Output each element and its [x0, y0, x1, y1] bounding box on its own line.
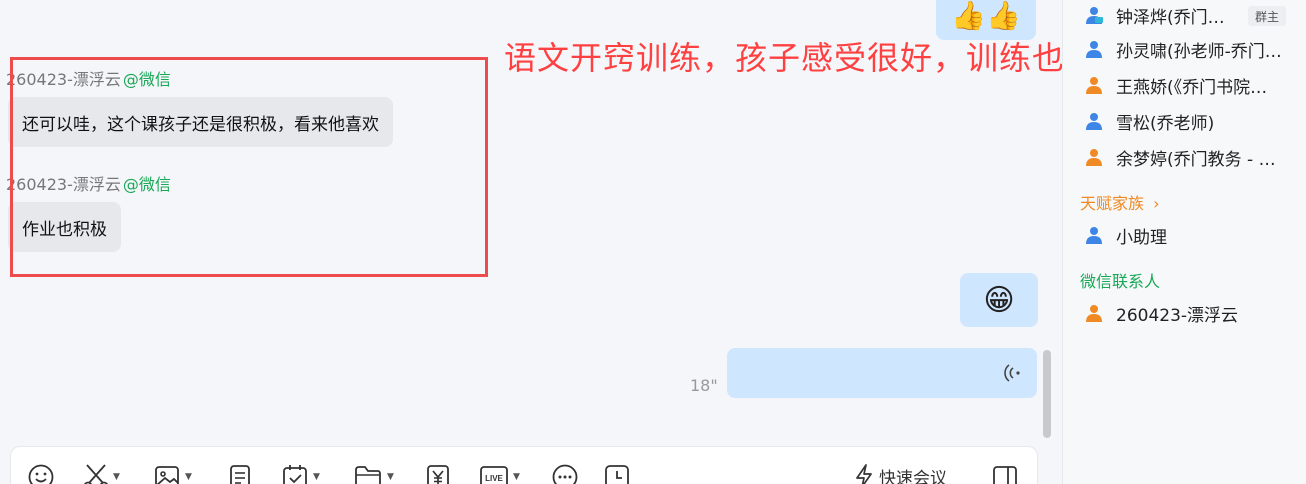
grin-emoji: 😁 — [983, 282, 1015, 318]
schedule-button[interactable]: ▼ — [281, 463, 320, 484]
member-name: 雪松(乔老师) — [1116, 113, 1215, 134]
chat-scrollbar[interactable] — [1043, 350, 1051, 438]
person-icon — [1086, 41, 1102, 58]
folder-icon — [355, 466, 381, 484]
history-button[interactable] — [603, 463, 631, 484]
quick-meeting-button[interactable]: 快速会议 — [853, 463, 947, 484]
voice-message-bubble[interactable] — [727, 348, 1037, 398]
member-item[interactable]: 余梦婷(乔门教务 - … — [1084, 145, 1276, 170]
chevron-down-icon[interactable]: ▼ — [113, 472, 120, 482]
payment-button[interactable] — [425, 463, 451, 484]
group-owner-badge: 群主 — [1248, 6, 1286, 26]
section-header-wechat-contacts: 微信联系人 — [1080, 268, 1160, 292]
chevron-down-icon[interactable]: ▼ — [185, 472, 192, 482]
image-button[interactable]: ▼ — [153, 463, 192, 484]
person-icon — [1086, 77, 1102, 94]
side-panel-button[interactable] — [991, 463, 1019, 484]
message-bubble-grin[interactable]: 😁 — [960, 273, 1038, 327]
more-button[interactable] — [551, 463, 579, 484]
member-item[interactable]: 王燕娇(《乔门书院… — [1084, 73, 1268, 98]
section-header-tianfu[interactable]: 天赋家族 › — [1080, 190, 1160, 214]
person-icon — [1086, 149, 1102, 166]
member-name: 钟泽烨(乔门… — [1116, 7, 1225, 28]
panel-icon — [993, 466, 1017, 484]
member-name: 孙灵啸(孙老师-乔门… — [1116, 41, 1282, 62]
calendar-check-icon — [283, 465, 307, 484]
person-icon — [1086, 113, 1102, 130]
live-button[interactable]: LIVE ▼ — [479, 463, 520, 484]
section-label: 微信联系人 — [1080, 272, 1161, 291]
chevron-right-icon: › — [1153, 194, 1160, 213]
live-label: LIVE — [485, 474, 503, 483]
screenshot-button[interactable]: ▼ — [83, 463, 120, 484]
member-item[interactable]: 雪松(乔老师) — [1084, 109, 1215, 134]
member-name: 王燕娇(《乔门书院… — [1116, 77, 1268, 98]
lightning-icon — [856, 464, 872, 484]
document-icon — [230, 465, 250, 484]
member-name: 小助理 — [1116, 227, 1167, 248]
chevron-down-icon[interactable]: ▼ — [387, 472, 394, 482]
annotation-box — [10, 57, 488, 277]
member-name: 260423-漂浮云 — [1116, 305, 1239, 326]
emoji-button[interactable] — [27, 463, 55, 484]
chevron-down-icon[interactable]: ▼ — [313, 472, 320, 482]
section-label: 天赋家族 — [1080, 194, 1145, 213]
voice-duration: 18" — [690, 376, 718, 395]
member-item[interactable]: 孙灵啸(孙老师-乔门… — [1084, 37, 1282, 62]
annotation-text: 语文开窍训练，孩子感受很好，训练也很积极 — [504, 39, 1062, 77]
yuan-icon — [427, 465, 449, 484]
voice-wave-icon — [1004, 364, 1020, 382]
clock-icon — [605, 465, 629, 484]
input-toolbar: ▼ ▼ ▼ ▼ LIVE ▼ 快速会议 — [10, 446, 1038, 484]
member-item[interactable]: 钟泽烨(乔门… — [1084, 3, 1225, 28]
member-item[interactable]: 260423-漂浮云 — [1084, 301, 1239, 326]
file-button[interactable]: ▼ — [353, 463, 394, 484]
scissors-icon — [84, 464, 108, 484]
image-icon — [155, 466, 179, 484]
member-item[interactable]: 小助理 — [1084, 223, 1167, 248]
more-icon — [552, 464, 578, 484]
thumbs-up-emoji: 👍👍 — [951, 0, 1021, 32]
person-icon — [1086, 227, 1102, 244]
chevron-down-icon[interactable]: ▼ — [513, 472, 520, 482]
member-name: 余梦婷(乔门教务 - … — [1116, 149, 1276, 170]
document-button[interactable] — [227, 463, 253, 484]
live-icon: LIVE — [480, 466, 508, 484]
chat-area: 👍👍 260423-漂浮云 @微信 还可以哇，这个课孩子还是很积极，看来他喜欢 2… — [0, 0, 1062, 484]
person-icon — [1086, 305, 1102, 322]
person-icon — [1086, 7, 1103, 24]
quick-meeting-label: 快速会议 — [879, 468, 947, 484]
emoji-icon — [28, 464, 54, 484]
